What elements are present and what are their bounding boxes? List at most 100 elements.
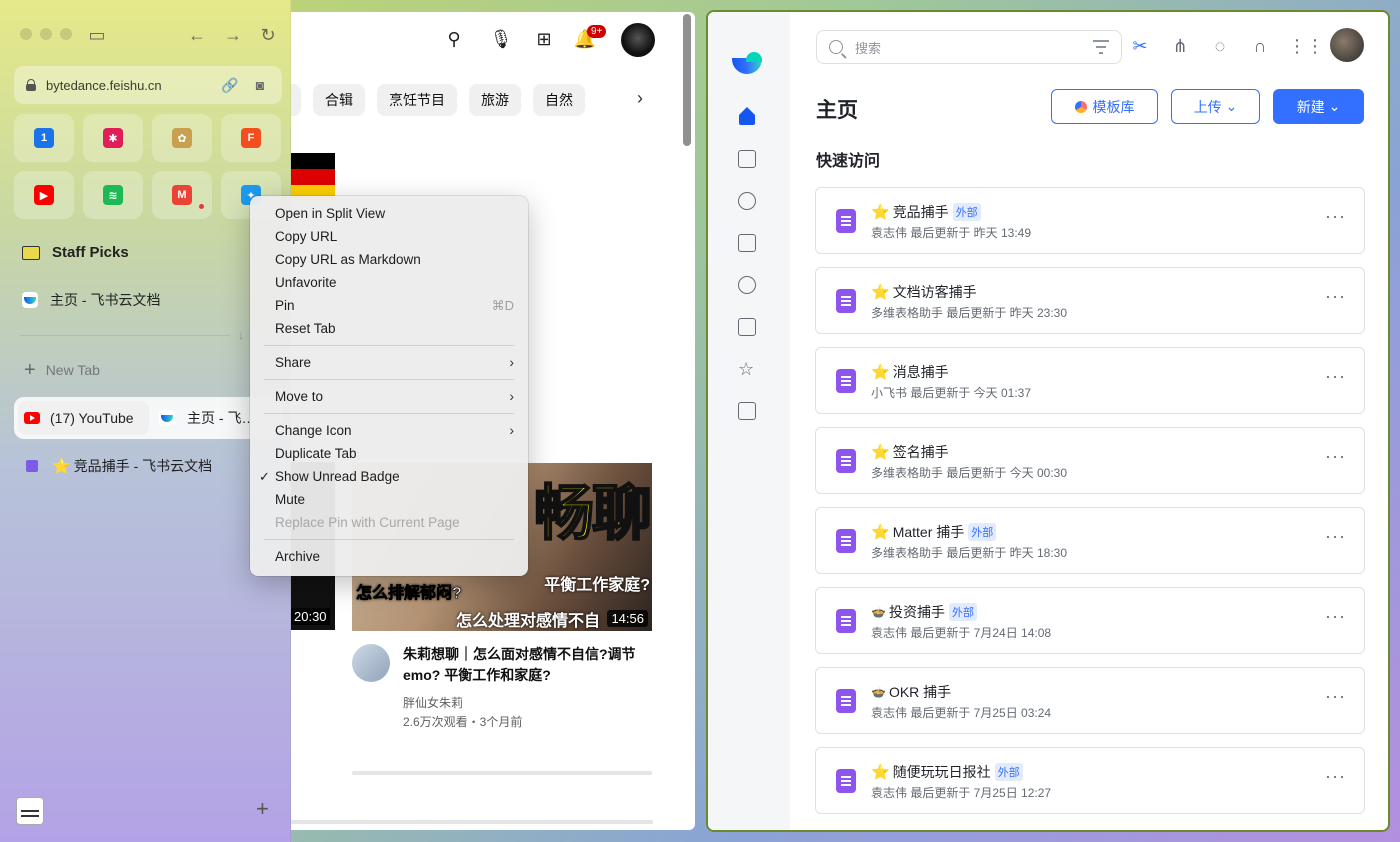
folder-icon[interactable] — [738, 150, 756, 168]
quick-access-card[interactable]: ⭐ 签名捕手 多维表格助手 最后更新于 今天 00:30 ··· — [815, 427, 1365, 494]
favorite-slack[interactable]: ✱ — [83, 114, 143, 162]
more-options-icon[interactable]: ··· — [1325, 286, 1346, 307]
clear-arrow-icon[interactable]: ↓ — [238, 328, 244, 342]
search-input[interactable]: 搜索 — [816, 30, 1122, 64]
menu-open-in-split-view[interactable]: Open in Split View — [250, 202, 528, 225]
library-archive-icon[interactable] — [16, 797, 44, 825]
quick-access-card[interactable]: ⭐ 竞品捕手 外部 袁志伟 最后更新于 昨天 13:49 ··· — [815, 187, 1365, 254]
wiki-icon[interactable] — [738, 234, 756, 252]
feishu-logo-icon[interactable] — [732, 50, 764, 76]
menu-share[interactable]: Share › — [250, 351, 528, 374]
lightbulb-icon[interactable]: ◌ — [1208, 34, 1232, 58]
close-window-button[interactable] — [20, 28, 32, 40]
headset-icon[interactable]: ∩ — [1248, 34, 1272, 58]
split-tab-feishu[interactable]: 主页 - 飞… — [153, 401, 261, 435]
pinned-tab-feishu-home[interactable]: 主页 - 飞书云文档 — [22, 290, 160, 310]
favorite-google-calendar[interactable]: 1 — [14, 114, 74, 162]
toggle-sidebar-icon[interactable]: ▭ — [86, 24, 108, 46]
more-options-icon[interactable]: ··· — [1325, 366, 1346, 387]
favorite-photos[interactable]: ✿ — [152, 114, 212, 162]
quick-access-card[interactable]: ⭐ 随便玩玩日报社 外部 袁志伟 最后更新于 7月25日 12:27 ··· — [815, 747, 1365, 814]
more-options-icon[interactable]: ··· — [1325, 446, 1346, 467]
split-view-tab[interactable]: (17) YouTube 主页 - 飞… — [14, 397, 282, 439]
new-button[interactable]: 新建 ⌄ — [1273, 89, 1364, 124]
home-icon[interactable] — [738, 107, 756, 125]
slack-icon: ✱ — [103, 128, 123, 148]
folder-label: Staff Picks — [52, 244, 129, 261]
favorite-youtube[interactable]: ▶ — [14, 171, 74, 219]
quick-access-card[interactable]: ⭐ Matter 捕手 外部 多维表格助手 最后更新于 昨天 18:30 ··· — [815, 507, 1365, 574]
card-title-text: 投资捕手 — [888, 604, 945, 620]
split-tab-youtube[interactable]: (17) YouTube — [18, 401, 149, 435]
menu-copy-url[interactable]: Copy URL — [250, 225, 528, 248]
menu-pin[interactable]: Pin ⌘D — [250, 294, 528, 317]
create-video-icon[interactable]: ⊞ — [531, 26, 557, 52]
template-icon — [1074, 100, 1087, 113]
reload-icon[interactable]: ↻ — [257, 24, 279, 46]
tab-competitor-catcher[interactable]: ⭐ 竞品捕手 - 飞书云文档 — [26, 456, 212, 476]
user-avatar[interactable] — [621, 23, 655, 57]
menu-mute[interactable]: Mute — [250, 488, 528, 511]
chip-nature[interactable]: 自然 — [533, 84, 585, 116]
user-avatar[interactable] — [1330, 28, 1364, 62]
templates-icon[interactable] — [738, 318, 756, 336]
quick-access-card[interactable]: 🍲 投资捕手 外部 袁志伟 最后更新于 7月24日 14:08 ··· — [815, 587, 1365, 654]
new-tab-button[interactable]: + New Tab — [24, 360, 100, 380]
folder-staff-picks[interactable]: Staff Picks — [22, 244, 129, 261]
scrollbar[interactable] — [683, 14, 691, 146]
copy-link-icon[interactable]: 🔗 — [220, 75, 240, 95]
video-title[interactable]: 朱莉想聊｜怎么面对感情不自信?调节emo? 平衡工作和家庭? — [403, 644, 643, 686]
favorite-gmail[interactable]: M — [152, 171, 212, 219]
bitable-doc-icon — [836, 289, 856, 313]
more-options-icon[interactable]: ··· — [1325, 526, 1346, 547]
quick-access-card[interactable]: ⭐ 文档访客捕手 多维表格助手 最后更新于 昨天 23:30 ··· — [815, 267, 1365, 334]
more-options-icon[interactable]: ··· — [1325, 206, 1346, 227]
add-space-icon[interactable]: + — [256, 796, 269, 822]
menu-change-icon[interactable]: Change Icon › — [250, 419, 528, 442]
network-icon[interactable]: ⋔ — [1168, 34, 1192, 58]
filter-icon[interactable] — [1093, 40, 1109, 54]
chevron-right-icon: › — [509, 388, 514, 404]
trash-icon[interactable] — [738, 402, 756, 420]
shared-users-icon[interactable] — [738, 192, 756, 210]
favorite-figma[interactable]: F — [221, 114, 281, 162]
more-options-icon[interactable]: ··· — [1325, 766, 1346, 787]
forward-arrow-icon[interactable]: → — [222, 24, 244, 46]
menu-unfavorite[interactable]: Unfavorite — [250, 271, 528, 294]
menu-show-unread-badge[interactable]: ✓ Show Unread Badge — [250, 465, 528, 488]
template-library-button[interactable]: 模板库 — [1051, 89, 1158, 124]
more-options-icon[interactable]: ··· — [1325, 686, 1346, 707]
divider — [352, 771, 652, 775]
minimize-window-button[interactable] — [40, 28, 52, 40]
star-icon[interactable]: ☆ — [738, 360, 756, 378]
address-bar[interactable]: bytedance.feishu.cn 🔗 ◙ — [14, 66, 282, 104]
chip-partial[interactable] — [291, 84, 301, 116]
channel-avatar[interactable] — [352, 644, 390, 682]
back-arrow-icon[interactable]: ← — [186, 24, 208, 46]
star-emoji-icon: ⭐ — [871, 284, 890, 301]
germany-flag-thumbnail[interactable] — [291, 153, 335, 201]
menu-duplicate-tab[interactable]: Duplicate Tab — [250, 442, 528, 465]
channel-name[interactable]: 胖仙女朱莉 — [403, 694, 463, 711]
chip-compilations[interactable]: 合辑 — [313, 84, 365, 116]
chip-travel[interactable]: 旅游 — [469, 84, 521, 116]
upload-button[interactable]: 上传 ⌄ — [1171, 89, 1260, 124]
menu-copy-url-markdown[interactable]: Copy URL as Markdown — [250, 248, 528, 271]
thumbnail-caption: 怎么处理对感情不自 — [456, 613, 601, 630]
quick-access-card[interactable]: 🍲 OKR 捕手 袁志伟 最后更新于 7月25日 03:24 ··· — [815, 667, 1365, 734]
zoom-window-button[interactable] — [60, 28, 72, 40]
menu-reset-tab[interactable]: Reset Tab — [250, 317, 528, 340]
screenshot-camera-icon[interactable]: ◙ — [250, 75, 270, 95]
apps-grid-icon[interactable]: ⋮⋮⋮ — [1288, 34, 1342, 58]
quick-access-card[interactable]: ⭐ 消息捕手 小飞书 最后更新于 今天 01:37 ··· — [815, 347, 1365, 414]
chevron-right-icon[interactable]: › — [637, 88, 643, 109]
clock-icon[interactable] — [738, 276, 756, 294]
menu-archive[interactable]: Archive — [250, 545, 528, 568]
menu-move-to[interactable]: Move to › — [250, 385, 528, 408]
chip-cooking[interactable]: 烹饪节目 — [377, 84, 457, 116]
search-icon[interactable]: ⚲ — [441, 26, 467, 52]
scissors-icon[interactable]: ✂ — [1128, 34, 1152, 58]
microphone-icon[interactable]: 🎙 — [488, 26, 514, 52]
favorite-spotify[interactable]: ≋ — [83, 171, 143, 219]
more-options-icon[interactable]: ··· — [1325, 606, 1346, 627]
